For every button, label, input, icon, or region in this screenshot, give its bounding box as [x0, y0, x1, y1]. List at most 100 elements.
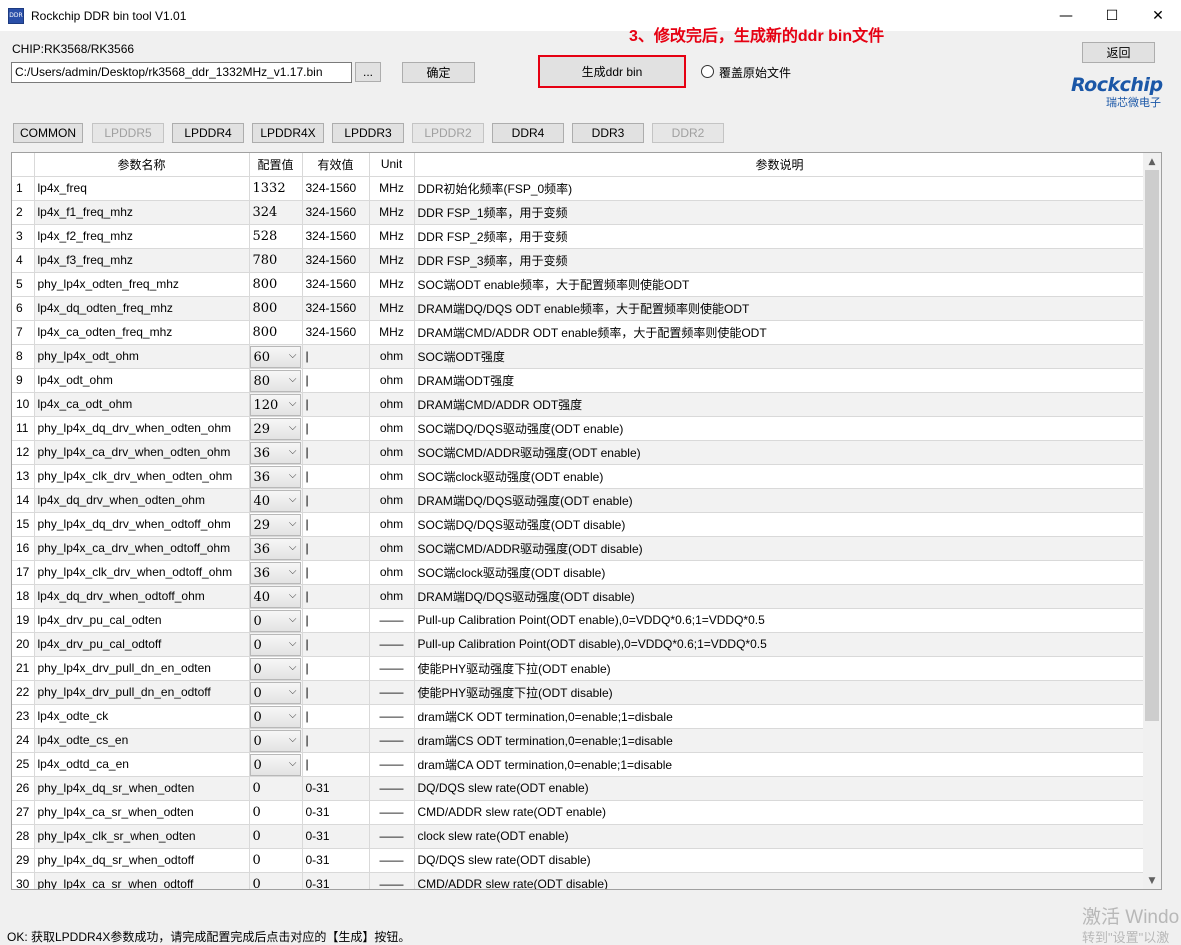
tab-lpddr4[interactable]: LPDDR4: [172, 123, 244, 143]
table-row[interactable]: 3 lp4x_f2_freq_mhz 528 324-1560 MHz DDR FSP_2…: [12, 224, 1146, 249]
config-value-select[interactable]: 36 ⌵: [249, 440, 303, 465]
value-combobox[interactable]: 29 ⌵: [249, 417, 301, 439]
chevron-down-icon[interactable]: ⌵: [289, 662, 297, 673]
minimize-button[interactable]: —: [1043, 0, 1089, 31]
file-path-input[interactable]: C:/Users/admin/Desktop/rk3568_ddr_1332MH…: [11, 62, 352, 83]
config-value-select[interactable]: 0 ⌵: [249, 656, 303, 681]
table-row[interactable]: 16 phy_lp4x_ca_drv_when_odtoff_ohm 36 ⌵ | ohm…: [12, 536, 1146, 561]
browse-button[interactable]: ...: [355, 62, 381, 82]
scroll-thumb[interactable]: [1145, 170, 1159, 721]
value-combobox[interactable]: 0 ⌵: [249, 753, 301, 775]
table-row[interactable]: 15 phy_lp4x_dq_drv_when_odtoff_ohm 29 ⌵ | ohm…: [12, 512, 1146, 537]
value-combobox[interactable]: 120 ⌵: [249, 393, 301, 415]
table-row[interactable]: 29 phy_lp4x_dq_sr_when_odtoff 0 0-31 —— DQ/DQ…: [12, 848, 1146, 873]
table-row[interactable]: 9 lp4x_odt_ohm 80 ⌵ | ohm DRAM端ODT强度: [12, 368, 1146, 393]
config-value-input[interactable]: 0: [249, 848, 303, 873]
table-row[interactable]: 28 phy_lp4x_clk_sr_when_odten 0 0-31 —— clock…: [12, 824, 1146, 849]
config-value-select[interactable]: 0 ⌵: [249, 728, 303, 753]
chevron-down-icon[interactable]: ⌵: [289, 374, 297, 385]
config-value-input[interactable]: 800: [249, 320, 303, 345]
header-config-value[interactable]: 配置值: [249, 153, 303, 177]
table-row[interactable]: 20 lp4x_drv_pu_cal_odtoff 0 ⌵ | —— Pull-up Cal…: [12, 632, 1146, 657]
config-value-input[interactable]: 0: [249, 824, 303, 849]
chevron-down-icon[interactable]: ⌵: [289, 590, 297, 601]
value-combobox[interactable]: 0 ⌵: [249, 705, 301, 727]
chevron-down-icon[interactable]: ⌵: [289, 350, 297, 361]
config-value-select[interactable]: 0 ⌵: [249, 752, 303, 777]
chevron-down-icon[interactable]: ⌵: [289, 470, 297, 481]
config-value-select[interactable]: 60 ⌵: [249, 344, 303, 369]
chevron-down-icon[interactable]: ⌵: [289, 398, 297, 409]
config-value-select[interactable]: 40 ⌵: [249, 488, 303, 513]
tab-ddr2[interactable]: DDR2: [652, 123, 724, 143]
table-row[interactable]: 21 phy_lp4x_drv_pull_dn_en_odten 0 ⌵ | —— 使能PH…: [12, 656, 1146, 681]
config-value-input[interactable]: 0: [249, 800, 303, 825]
scroll-up-icon[interactable]: ▲: [1143, 153, 1161, 170]
chevron-down-icon[interactable]: ⌵: [289, 638, 297, 649]
table-row[interactable]: 1 lp4x_freq 1332 324-1560 MHz DDR初始化频率(FSP_0频…: [12, 176, 1146, 201]
chevron-down-icon[interactable]: ⌵: [289, 686, 297, 697]
close-button[interactable]: ✕: [1135, 0, 1181, 31]
value-combobox[interactable]: 40 ⌵: [249, 585, 301, 607]
tab-lpddr5[interactable]: LPDDR5: [92, 123, 164, 143]
chevron-down-icon[interactable]: ⌵: [289, 566, 297, 577]
config-value-input[interactable]: 0: [249, 776, 303, 801]
tab-lpddr4x[interactable]: LPDDR4X: [252, 123, 324, 143]
table-row[interactable]: 2 lp4x_f1_freq_mhz 324 324-1560 MHz DDR FSP_1…: [12, 200, 1146, 225]
tab-ddr4[interactable]: DDR4: [492, 123, 564, 143]
table-row[interactable]: 5 phy_lp4x_odten_freq_mhz 800 324-1560 MHz SO…: [12, 272, 1146, 297]
chevron-down-icon[interactable]: ⌵: [289, 734, 297, 745]
table-row[interactable]: 8 phy_lp4x_odt_ohm 60 ⌵ | ohm SOC端ODT强度: [12, 344, 1146, 369]
config-value-input[interactable]: 1332: [249, 176, 303, 201]
chevron-down-icon[interactable]: ⌵: [289, 446, 297, 457]
value-combobox[interactable]: 29 ⌵: [249, 513, 301, 535]
config-value-select[interactable]: 29 ⌵: [249, 512, 303, 537]
table-row[interactable]: 7 lp4x_ca_odten_freq_mhz 800 324-1560 MHz DRA…: [12, 320, 1146, 345]
config-value-select[interactable]: 29 ⌵: [249, 416, 303, 441]
config-value-select[interactable]: 0 ⌵: [249, 680, 303, 705]
config-value-input[interactable]: 0: [249, 872, 303, 889]
value-combobox[interactable]: 36 ⌵: [249, 561, 301, 583]
config-value-input[interactable]: 324: [249, 200, 303, 225]
value-combobox[interactable]: 40 ⌵: [249, 489, 301, 511]
table-row[interactable]: 19 lp4x_drv_pu_cal_odten 0 ⌵ | —— Pull-up Cali…: [12, 608, 1146, 633]
config-value-input[interactable]: 780: [249, 248, 303, 273]
value-combobox[interactable]: 0 ⌵: [249, 633, 301, 655]
back-button[interactable]: 返回: [1082, 42, 1155, 63]
chevron-down-icon[interactable]: ⌵: [289, 614, 297, 625]
config-value-input[interactable]: 528: [249, 224, 303, 249]
header-unit[interactable]: Unit: [369, 153, 415, 177]
value-combobox[interactable]: 36 ⌵: [249, 537, 301, 559]
chevron-down-icon[interactable]: ⌵: [289, 494, 297, 505]
table-row[interactable]: 24 lp4x_odte_cs_en 0 ⌵ | —— dram端CS ODT termin…: [12, 728, 1146, 753]
config-value-select[interactable]: 0 ⌵: [249, 608, 303, 633]
tab-lpddr2[interactable]: LPDDR2: [412, 123, 484, 143]
tab-ddr3[interactable]: DDR3: [572, 123, 644, 143]
table-row[interactable]: 17 phy_lp4x_clk_drv_when_odtoff_ohm 36 ⌵ | oh…: [12, 560, 1146, 585]
maximize-button[interactable]: ☐: [1089, 0, 1135, 31]
value-combobox[interactable]: 36 ⌵: [249, 465, 301, 487]
tab-common[interactable]: COMMON: [13, 123, 83, 143]
value-combobox[interactable]: 0 ⌵: [249, 729, 301, 751]
config-value-input[interactable]: 800: [249, 272, 303, 297]
table-row[interactable]: 11 phy_lp4x_dq_drv_when_odten_ohm 29 ⌵ | ohm S…: [12, 416, 1146, 441]
config-value-select[interactable]: 0 ⌵: [249, 632, 303, 657]
vertical-scrollbar[interactable]: ▲ ▼: [1143, 153, 1161, 889]
config-value-select[interactable]: 36 ⌵: [249, 464, 303, 489]
table-row[interactable]: 10 lp4x_ca_odt_ohm 120 ⌵ | ohm DRAM端CMD/ADDR O…: [12, 392, 1146, 417]
chevron-down-icon[interactable]: ⌵: [289, 542, 297, 553]
header-valid-range[interactable]: 有效值: [302, 153, 370, 177]
table-row[interactable]: 6 lp4x_dq_odten_freq_mhz 800 324-1560 MHz DRA…: [12, 296, 1146, 321]
header-description[interactable]: 参数说明: [414, 153, 1146, 177]
value-combobox[interactable]: 0 ⌵: [249, 681, 301, 703]
tab-lpddr3[interactable]: LPDDR3: [332, 123, 404, 143]
table-row[interactable]: 12 phy_lp4x_ca_drv_when_odten_ohm 36 ⌵ | ohm S…: [12, 440, 1146, 465]
confirm-button[interactable]: 确定: [402, 62, 475, 83]
chevron-down-icon[interactable]: ⌵: [289, 710, 297, 721]
value-combobox[interactable]: 36 ⌵: [249, 441, 301, 463]
config-value-input[interactable]: 800: [249, 296, 303, 321]
config-value-select[interactable]: 36 ⌵: [249, 560, 303, 585]
chevron-down-icon[interactable]: ⌵: [289, 758, 297, 769]
table-row[interactable]: 25 lp4x_odtd_ca_en 0 ⌵ | —— dram端CA ODT termin…: [12, 752, 1146, 777]
chevron-down-icon[interactable]: ⌵: [289, 518, 297, 529]
